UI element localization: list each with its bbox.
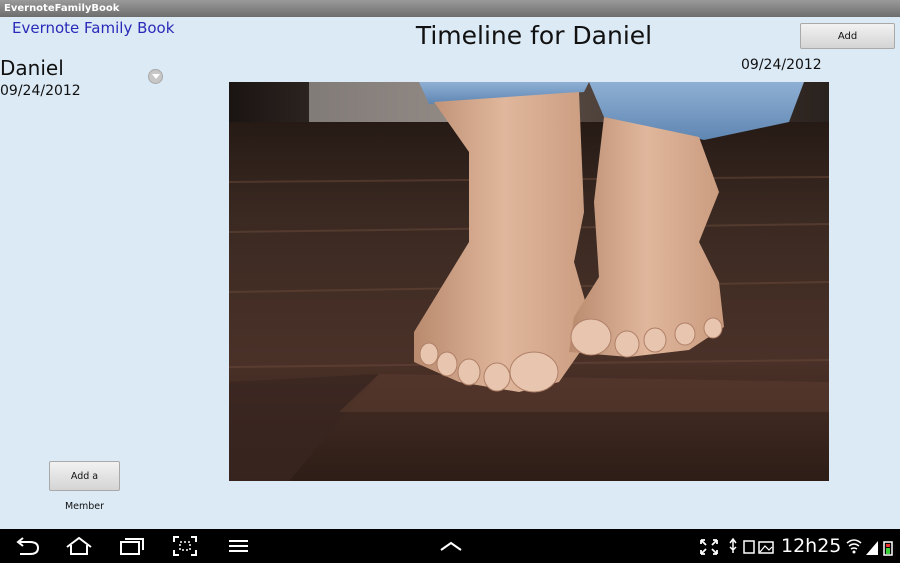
page-title: Timeline for Daniel [415, 21, 653, 50]
home-icon[interactable] [64, 533, 94, 559]
notification-icons [729, 537, 774, 554]
member-date: 09/24/2012 [0, 83, 81, 99]
system-navigation-bar: 12h25 [0, 529, 900, 563]
baby-feet-photo [229, 82, 829, 481]
chevron-up-icon[interactable] [436, 533, 466, 559]
fullscreen-icon[interactable] [698, 533, 720, 559]
app-content: Evernote Family Book Timeline for Daniel… [0, 17, 900, 529]
chevron-down-icon[interactable] [148, 69, 163, 84]
menu-icon[interactable] [224, 533, 254, 559]
timeline-photo[interactable] [229, 82, 829, 481]
add-button[interactable]: Add [800, 23, 895, 49]
member-name[interactable]: Daniel [0, 56, 64, 80]
entry-date: 09/24/2012 [741, 57, 822, 73]
recent-apps-icon[interactable] [117, 533, 147, 559]
add-member-button[interactable]: Add a Member [49, 461, 120, 512]
status-clock: 12h25 [781, 535, 842, 557]
window-title: EvernoteFamilyBook [4, 3, 120, 14]
screenshot-icon[interactable] [170, 533, 200, 559]
signal-icon [866, 541, 878, 555]
back-icon[interactable] [12, 533, 42, 559]
app-home-link[interactable]: Evernote Family Book [12, 19, 174, 37]
status-icons [846, 539, 893, 556]
window-title-bar: EvernoteFamilyBook [0, 0, 900, 17]
